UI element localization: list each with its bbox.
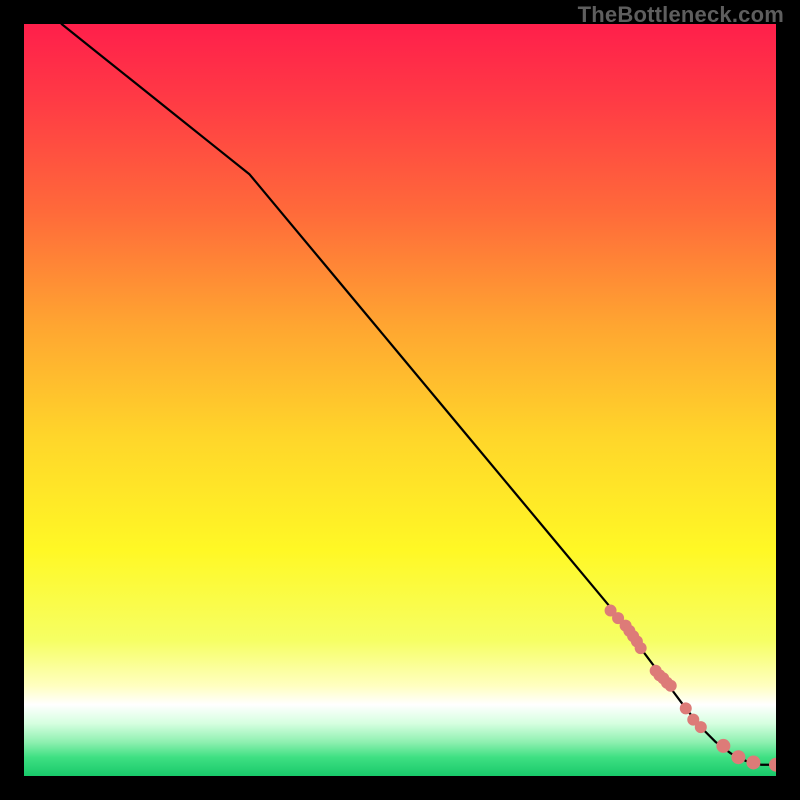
marker-point: [665, 680, 677, 692]
marker-point: [731, 750, 745, 764]
chart-svg: [24, 24, 776, 776]
marker-point: [635, 642, 647, 654]
marker-point: [746, 755, 760, 769]
chart-frame: TheBottleneck.com: [0, 0, 800, 800]
marker-point: [695, 721, 707, 733]
chart-background-gradient: [24, 24, 776, 776]
chart-plot-area: [24, 24, 776, 776]
marker-point: [716, 739, 730, 753]
marker-point: [680, 702, 692, 714]
